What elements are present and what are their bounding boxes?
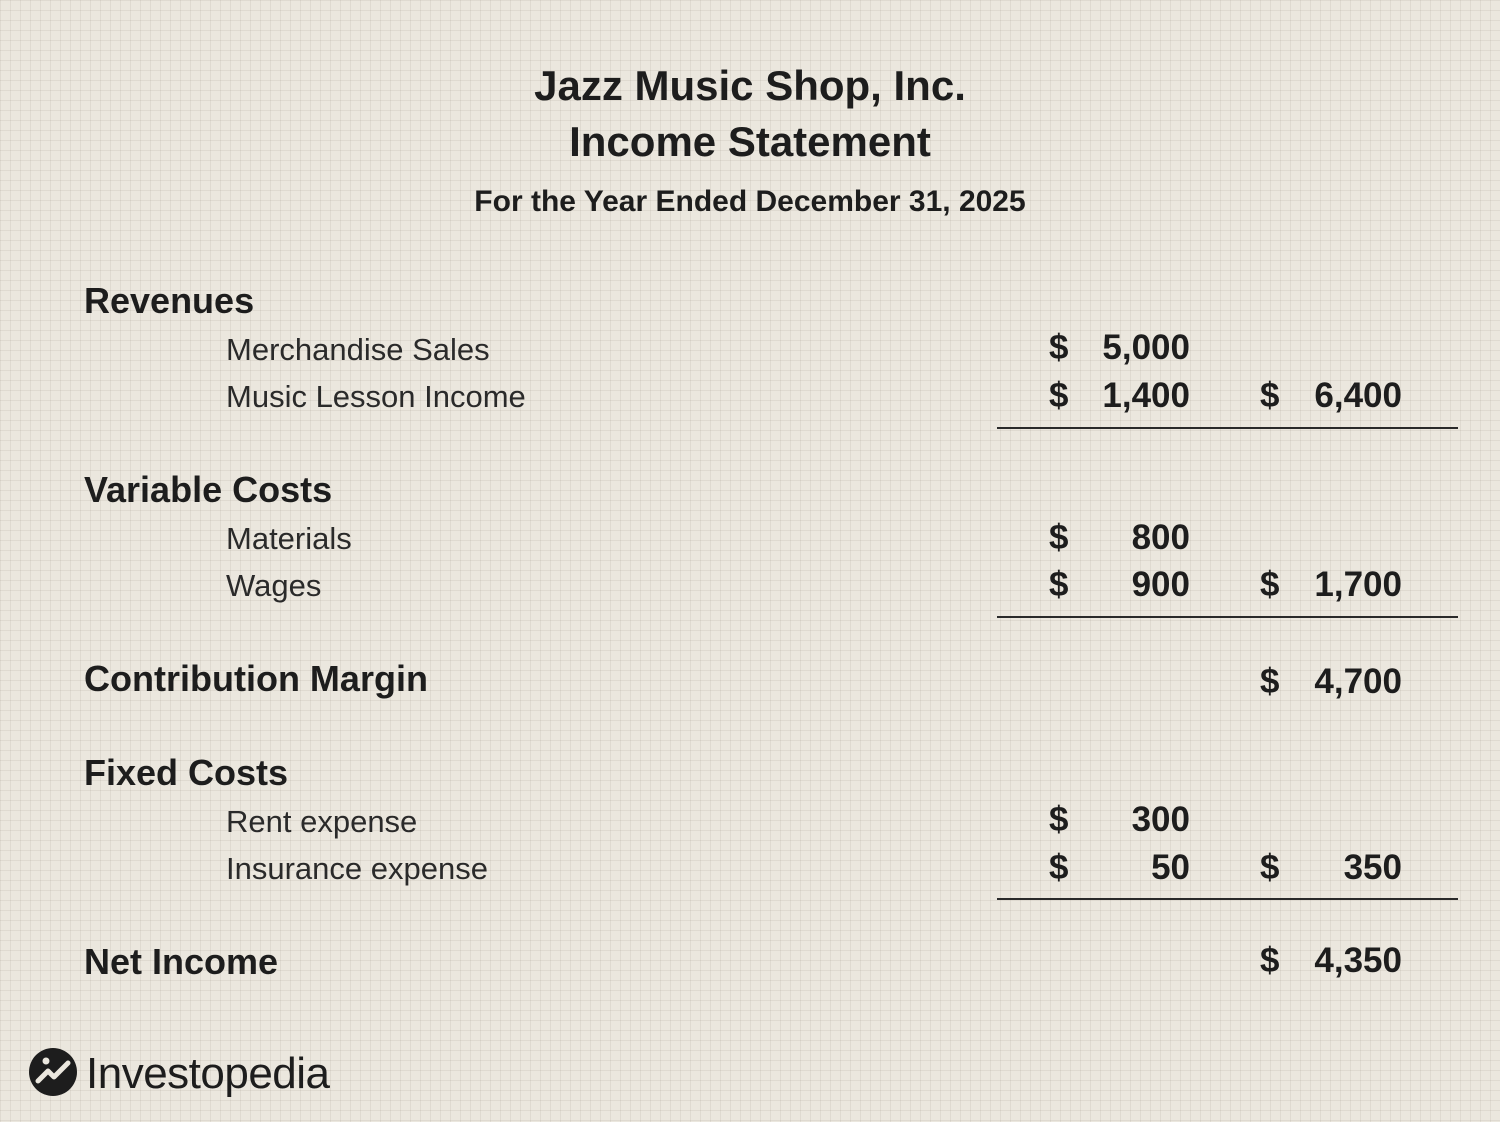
variable-cost-item-amount: 800 (1131, 518, 1190, 557)
revenue-item-amount: 1,400 (1102, 376, 1190, 415)
net-income-total: 4,350 (1314, 941, 1402, 980)
variable-costs-heading: Variable Costs (84, 469, 333, 510)
net-income-heading: Net Income (84, 941, 279, 982)
company-name: Jazz Music Shop, Inc. (534, 62, 966, 109)
brand-name: Investopedia (86, 1049, 330, 1098)
fixed-costs-divider (997, 898, 1458, 900)
contribution-margin-heading: Contribution Margin (84, 658, 428, 699)
revenue-item-label: Merchandise Sales (226, 332, 490, 367)
variable-costs-total: 1,700 (1314, 565, 1402, 604)
statement-period: For the Year Ended December 31, 2025 (474, 185, 1026, 218)
variable-cost-item-amount: 900 (1131, 565, 1190, 604)
variable-cost-item-label: Materials (226, 521, 352, 556)
fixed-cost-item-amount: 50 (1151, 848, 1190, 887)
contribution-margin-total: 4,700 (1314, 662, 1402, 701)
fixed-cost-item-label: Insurance expense (226, 851, 488, 886)
revenues-divider (997, 427, 1458, 429)
fixed-cost-item-label: Rent expense (226, 804, 418, 839)
fixed-cost-item-amount: 300 (1131, 800, 1190, 839)
statement-title: Income Statement (569, 118, 931, 165)
revenues-heading: Revenues (84, 280, 255, 321)
variable-costs-divider (997, 616, 1458, 618)
fixed-costs-total: 350 (1343, 848, 1402, 887)
revenue-item-amount: 5,000 (1102, 328, 1190, 367)
investopedia-logo-icon (29, 1048, 77, 1096)
revenue-item-label: Music Lesson Income (226, 379, 526, 414)
revenues-total: 6,400 (1314, 376, 1402, 415)
fixed-costs-heading: Fixed Costs (84, 752, 289, 793)
variable-cost-item-label: Wages (226, 568, 322, 603)
